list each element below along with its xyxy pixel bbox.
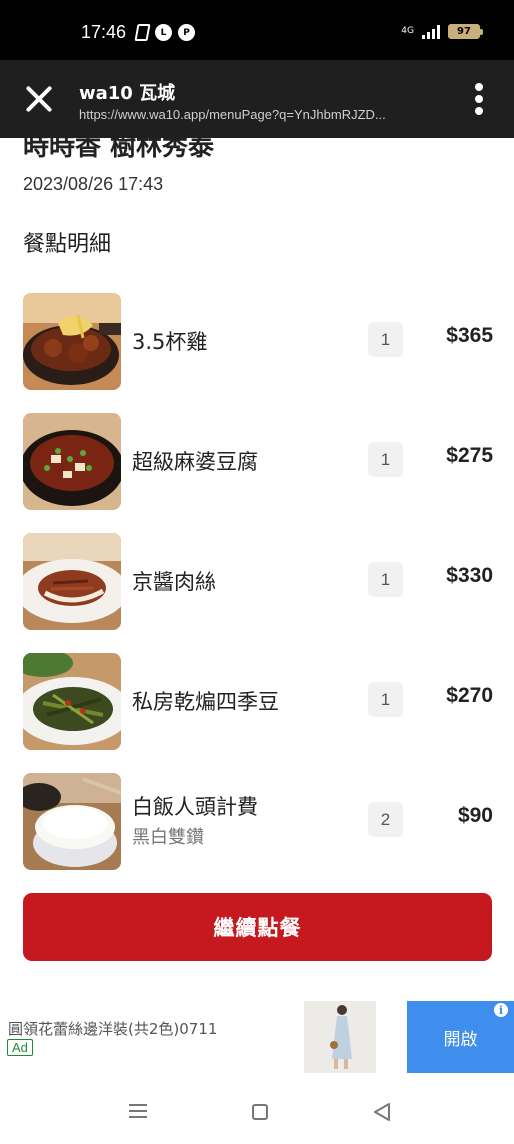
list-item: 白飯人頭計費 黑白雙鑽 2 $90 xyxy=(23,771,493,871)
dish-photo xyxy=(23,653,121,750)
order-detail-page: 時時香 樹林秀泰 2023/08/26 17:43 餐點明細 3.5杯雞 1 $… xyxy=(0,138,514,990)
home-icon[interactable] xyxy=(252,1104,268,1120)
item-price: $365 xyxy=(446,324,493,347)
close-icon[interactable] xyxy=(22,82,56,116)
list-item: 京醬肉絲 1 $330 xyxy=(23,531,493,631)
list-item: 3.5杯雞 1 $365 xyxy=(23,291,493,391)
item-name: 白飯人頭計費 xyxy=(132,795,258,819)
signal-icon xyxy=(422,24,440,39)
item-quantity: 1 xyxy=(368,562,403,597)
dish-photo xyxy=(23,773,121,870)
dish-photo xyxy=(23,533,121,630)
system-navigation-bar xyxy=(0,1074,514,1144)
item-price: $330 xyxy=(446,564,493,587)
paypal-icon: P xyxy=(178,24,195,41)
status-time: 17:46 xyxy=(81,22,127,42)
line-icon: L xyxy=(155,24,172,41)
item-quantity: 1 xyxy=(368,322,403,357)
list-item: 私房乾煸四季豆 1 $270 xyxy=(23,651,493,751)
order-datetime: 2023/08/26 17:43 xyxy=(23,174,164,194)
network-type: 4G xyxy=(401,26,414,36)
item-name: 3.5杯雞 xyxy=(132,330,208,354)
browser-title: wa10 瓦城 xyxy=(79,83,176,104)
shop-name: 時時香 樹林秀泰 xyxy=(23,138,215,162)
back-icon[interactable] xyxy=(372,1102,392,1122)
recent-apps-icon[interactable] xyxy=(129,1104,147,1118)
browser-toolbar: wa10 瓦城 https://www.wa10.app/menuPage?q=… xyxy=(0,60,514,138)
item-name: 超級麻婆豆腐 xyxy=(132,450,258,474)
item-quantity: 1 xyxy=(368,682,403,717)
info-icon[interactable]: i xyxy=(492,1001,510,1019)
dish-photo xyxy=(23,413,121,510)
continue-ordering-button[interactable]: 繼續點餐 xyxy=(23,893,492,961)
status-bar: 17:46 L P 4G 97 xyxy=(0,0,514,60)
document-icon xyxy=(134,24,151,41)
section-title: 餐點明細 xyxy=(23,232,112,257)
ad-banner[interactable]: 圓領花蕾絲邊洋裝(共2色)0711 Ad 開啟 i xyxy=(0,996,514,1074)
list-item: 超級麻婆豆腐 1 $275 xyxy=(23,411,493,511)
item-name: 私房乾煸四季豆 xyxy=(132,690,279,714)
ad-badge: Ad xyxy=(7,1039,33,1056)
item-price: $275 xyxy=(446,444,493,467)
notification-icons: L P xyxy=(134,24,195,41)
dish-photo xyxy=(23,293,121,390)
battery-icon: 97 xyxy=(448,24,483,39)
item-quantity: 2 xyxy=(368,802,403,837)
item-option: 黑白雙鑽 xyxy=(132,827,204,848)
item-price: $90 xyxy=(457,804,493,827)
ad-text[interactable]: 圓領花蕾絲邊洋裝(共2色)0711 xyxy=(8,1018,262,1039)
system-indicators: 4G 97 xyxy=(401,24,483,39)
item-name: 京醬肉絲 xyxy=(132,570,216,594)
ad-image[interactable] xyxy=(304,1001,376,1073)
browser-url: https://www.wa10.app/menuPage?q=YnJhbmRJ… xyxy=(79,107,386,122)
item-quantity: 1 xyxy=(368,442,403,477)
item-price: $270 xyxy=(446,684,493,707)
more-options-icon[interactable] xyxy=(474,83,484,115)
